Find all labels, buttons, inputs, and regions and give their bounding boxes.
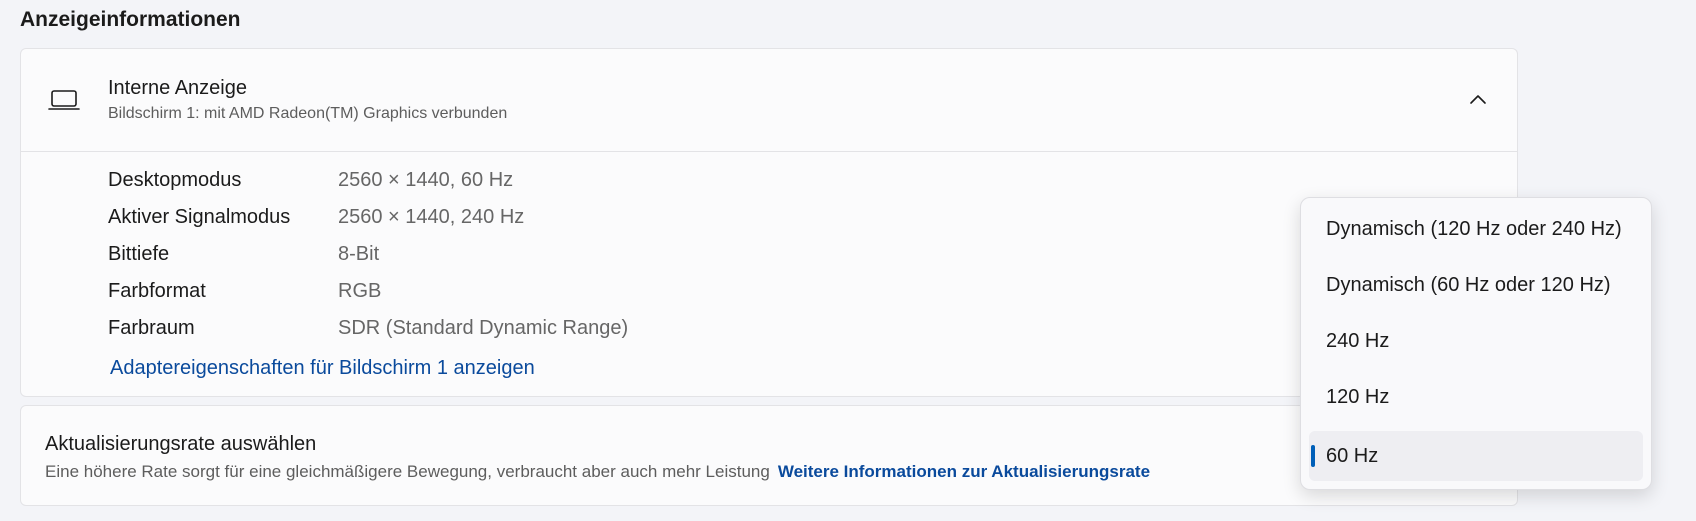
- info-label: Bittiefe: [108, 243, 170, 265]
- info-label: Desktopmodus: [108, 169, 242, 191]
- info-value: 8-Bit: [338, 243, 380, 265]
- display-name: Interne Anzeige: [108, 77, 247, 99]
- info-value: 2560 × 1440, 60 Hz: [338, 169, 514, 191]
- dropdown-option-label: Dynamisch (60 Hz oder 120 Hz): [1326, 274, 1611, 296]
- adapter-properties-link[interactable]: Adaptereigenschaften für Bildschirm 1 an…: [110, 357, 535, 380]
- dropdown-option-label: Dynamisch (120 Hz oder 240 Hz): [1326, 218, 1622, 240]
- info-value: 2560 × 1440, 240 Hz: [338, 206, 525, 228]
- dropdown-option-label: 60 Hz: [1326, 445, 1379, 467]
- display-settings-page: Anzeigeinformationen Interne Anzeige Bil…: [0, 0, 1696, 521]
- refresh-rate-description: Eine höhere Rate sorgt für eine gleichmä…: [45, 462, 1150, 482]
- display-header[interactable]: Interne Anzeige Bildschirm 1: mit AMD Ra…: [21, 49, 1517, 152]
- refresh-rate-description-text: Eine höhere Rate sorgt für eine gleichmä…: [45, 462, 770, 481]
- refresh-rate-more-info-link[interactable]: Weitere Informationen zur Aktualisierung…: [778, 462, 1150, 481]
- refresh-rate-title: Aktualisierungsrate auswählen: [45, 433, 317, 455]
- section-title: Anzeigeinformationen: [20, 8, 241, 31]
- dropdown-option-dynamic-120-240[interactable]: Dynamisch (120 Hz oder 240 Hz): [1309, 204, 1643, 254]
- dropdown-option-240hz[interactable]: 240 Hz: [1309, 316, 1643, 366]
- dropdown-option-dynamic-60-120[interactable]: Dynamisch (60 Hz oder 120 Hz): [1309, 260, 1643, 310]
- dropdown-option-label: 240 Hz: [1326, 330, 1390, 352]
- info-label: Farbformat: [108, 280, 206, 302]
- info-value: RGB: [338, 280, 382, 302]
- refresh-rate-card: Aktualisierungsrate auswählen Eine höher…: [20, 405, 1518, 506]
- refresh-rate-dropdown: Dynamisch (120 Hz oder 240 Hz) Dynamisch…: [1300, 197, 1652, 490]
- dropdown-option-120hz[interactable]: 120 Hz: [1309, 372, 1643, 422]
- info-label: Farbraum: [108, 317, 195, 339]
- info-label: Aktiver Signalmodus: [108, 206, 291, 228]
- selected-indicator: [1311, 445, 1315, 467]
- display-subtitle: Bildschirm 1: mit AMD Radeon(TM) Graphic…: [108, 105, 508, 122]
- display-info-card: Interne Anzeige Bildschirm 1: mit AMD Ra…: [20, 48, 1518, 397]
- chevron-up-icon[interactable]: [1467, 89, 1489, 111]
- dropdown-option-label: 120 Hz: [1326, 386, 1390, 408]
- laptop-icon: [48, 90, 80, 110]
- info-value: SDR (Standard Dynamic Range): [338, 317, 629, 339]
- dropdown-option-60hz[interactable]: 60 Hz: [1309, 431, 1643, 481]
